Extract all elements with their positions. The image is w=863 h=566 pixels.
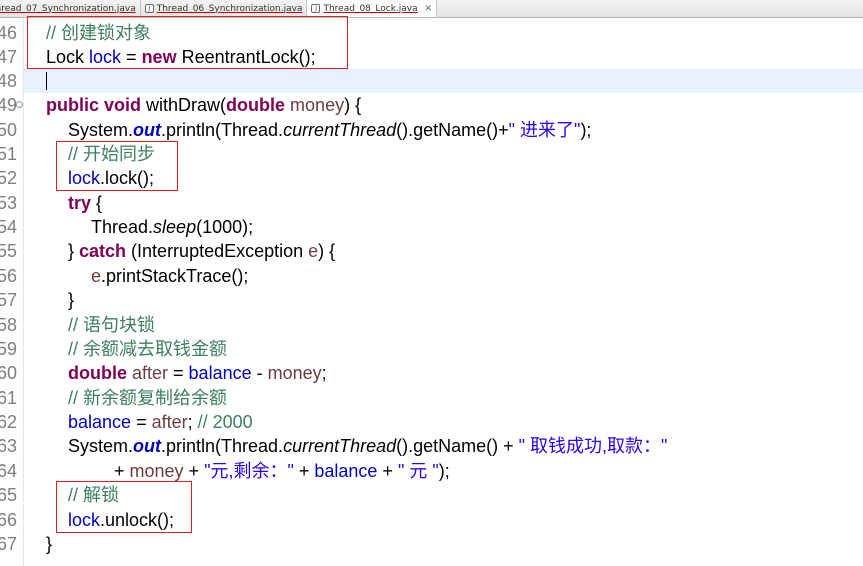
line-number: 58 [0, 315, 18, 335]
line-number: 50 [0, 120, 18, 140]
close-tab-icon[interactable]: ✕ [425, 4, 433, 14]
code-line-60: double after = balance - money; [68, 363, 327, 383]
java-file-icon: J [144, 4, 154, 13]
code-line-63: System.out.println(Thread.currentThread(… [68, 436, 668, 456]
code-line-50: System.out.println(Thread.currentThread(… [68, 120, 592, 140]
annotation-box-unlock-call [56, 481, 192, 533]
line-number: 54 [0, 217, 18, 237]
line-number: 66 [0, 510, 18, 530]
line-number: 63 [0, 436, 18, 456]
line-number: 67 [0, 534, 18, 554]
line-number: 48 [0, 71, 18, 91]
line-number: 49 [0, 95, 18, 115]
code-line-57: } [68, 290, 75, 310]
tab-thread-07[interactable]: Thread_07_Synchronization.java [0, 0, 141, 17]
code-line-56: e.printStackTrace(); [91, 266, 249, 286]
line-number: 56 [0, 266, 18, 286]
line-number: 55 [0, 241, 18, 261]
fold-toggle-icon[interactable] [16, 101, 23, 108]
line-number: 60 [0, 363, 18, 383]
current-line-highlight [24, 69, 863, 93]
line-number: 62 [0, 412, 18, 432]
code-line-67: } [46, 534, 53, 554]
java-file-icon: J [311, 4, 321, 13]
tab-label: Thread_07_Synchronization.java [0, 3, 136, 14]
code-line-64: + money + "元,剩余：" + balance + " 元 "); [114, 461, 450, 481]
line-number: 59 [0, 339, 18, 359]
code-line-55: } catch (InterruptedException e) { [68, 241, 336, 261]
line-number: 47 [0, 47, 18, 67]
code-line-61: // 新余额复制给余额 [68, 388, 228, 408]
code-line-49: public void withDraw(double money) { [46, 95, 362, 115]
tab-thread-06[interactable]: J Thread_06_Synchronization.java [141, 0, 308, 17]
line-number: 46 [0, 23, 18, 43]
code-line-58: // 语句块锁 [68, 315, 156, 335]
line-number: 64 [0, 461, 18, 481]
line-number: 51 [0, 144, 18, 164]
tab-label: Thread_08_Lock.java [323, 3, 418, 14]
annotation-box-lock-call [56, 141, 178, 191]
code-line-54: Thread.sleep(1000); [91, 217, 254, 237]
line-number: 57 [0, 290, 18, 310]
code-line-59: // 余额减去取钱金额 [68, 339, 228, 359]
tab-label: Thread_06_Synchronization.java [156, 3, 303, 14]
line-number: 61 [0, 388, 18, 408]
tab-thread-08[interactable]: J Thread_08_Lock.java ✕ [307, 0, 438, 17]
code-line-62: balance = after; // 2000 [68, 412, 253, 432]
line-number: 53 [0, 193, 18, 213]
code-line-53: try { [68, 193, 103, 213]
line-number: 52 [0, 168, 18, 188]
line-number: 65 [0, 485, 18, 505]
text-caret [46, 72, 47, 90]
annotation-box-lock-declaration [27, 16, 348, 69]
